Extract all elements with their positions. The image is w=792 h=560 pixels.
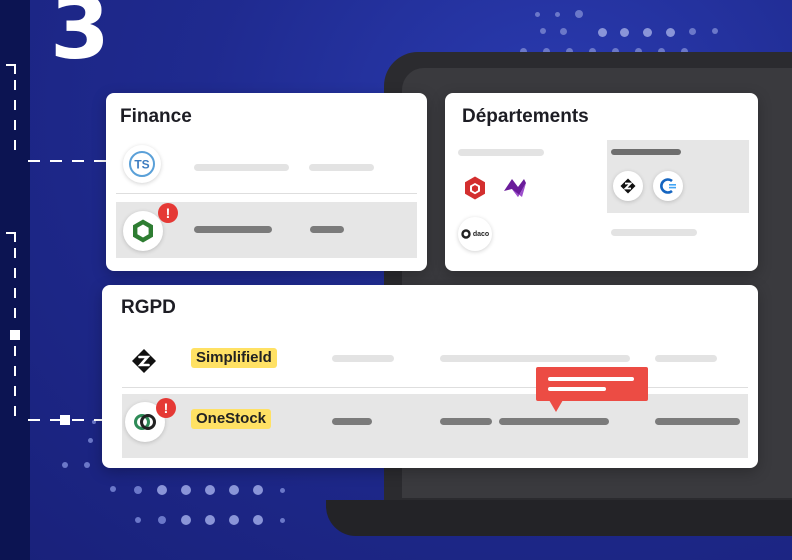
rgpd-row-2-bar-4 [655, 418, 740, 425]
red-cube-logo-icon [458, 171, 492, 205]
finance-row-2-bar-1 [194, 226, 272, 233]
black-knot-logo-icon [613, 171, 643, 201]
purple-chevron-logo-icon [498, 171, 532, 205]
rgpd-row-1-bar-2 [440, 355, 630, 362]
comment-bubble-tail [549, 400, 563, 412]
finance-card: Finance TS ! [106, 93, 427, 271]
finance-row-1-bar-1 [194, 164, 289, 171]
green-hexagon-logo-icon [123, 211, 163, 251]
step-number: 3 [50, 0, 110, 79]
rgpd-row-1-bar-3 [655, 355, 717, 362]
daco-logo-icon: daco [458, 217, 492, 251]
svg-text:TS: TS [134, 158, 149, 172]
finance-row-2-bar-2 [310, 226, 344, 233]
rgpd-row-2-bar-2 [440, 418, 492, 425]
rgpd-card-title: RGPD [121, 297, 176, 318]
rgpd-card: RGPD Simplifield ! OneStock [102, 285, 758, 468]
onestock-tag: OneStock [191, 409, 272, 429]
rgpd-row-2-bar-1 [332, 418, 372, 425]
rgpd-row-1-bar-1 [332, 355, 394, 362]
daco-logo-label: daco [472, 230, 490, 238]
onestock-alert-badge: ! [156, 398, 176, 418]
comment-line-2 [548, 387, 606, 391]
departements-bar-1 [458, 149, 544, 156]
simplifield-tag: Simplifield [191, 348, 277, 368]
blue-c-logo-icon [653, 171, 683, 201]
laptop-base [326, 500, 792, 536]
finance-card-title: Finance [120, 106, 192, 127]
rgpd-row-2-bar-3 [499, 418, 609, 425]
comment-bubble[interactable] [536, 367, 648, 401]
ts-logo-icon: TS [123, 145, 161, 183]
comment-line-1 [548, 377, 634, 381]
finance-row-separator [116, 193, 417, 194]
finance-row-1-bar-2 [309, 164, 374, 171]
departements-bar-2 [611, 149, 681, 155]
departements-card: Départements daco [445, 93, 758, 271]
departements-bar-3 [611, 229, 697, 236]
simplifield-logo-icon [126, 343, 162, 379]
rgpd-row-separator [122, 387, 748, 388]
finance-alert-badge: ! [158, 203, 178, 223]
illustration: 3 Finance TS ! Départements daco RGPD Si… [0, 0, 792, 560]
departements-card-title: Départements [462, 106, 589, 127]
